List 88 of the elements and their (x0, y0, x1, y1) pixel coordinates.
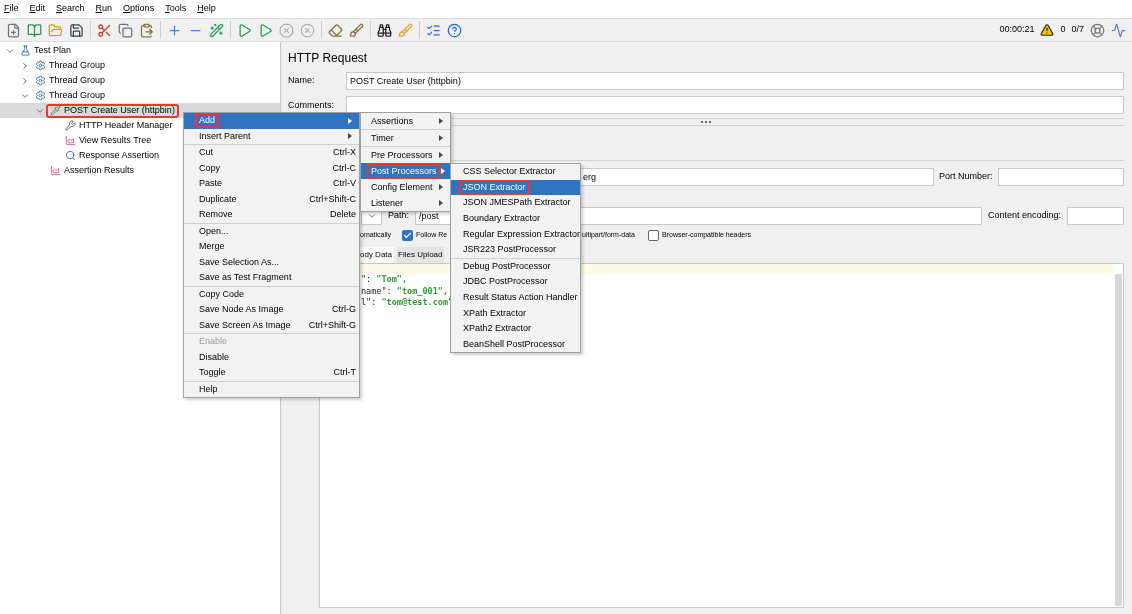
shutdown-icon[interactable] (300, 22, 315, 38)
menu-bar-item[interactable]: Run (95, 2, 113, 16)
help-icon[interactable] (447, 22, 462, 38)
copy-icon[interactable] (118, 22, 133, 38)
menu-bar-item[interactable]: File (4, 2, 19, 16)
menu-item[interactable]: Merge (184, 239, 359, 255)
flask-icon (20, 45, 31, 56)
field-label: Name: (288, 74, 316, 88)
tab[interactable]: ody Data (359, 247, 394, 263)
menu-item[interactable]: Help (184, 381, 359, 397)
paste-icon[interactable] (139, 22, 154, 38)
scrollbar[interactable] (1115, 274, 1122, 606)
menu-item[interactable]: Paste Ctrl-V (184, 176, 359, 192)
wand-icon[interactable] (209, 22, 224, 38)
pipette-icon (50, 105, 61, 116)
thread-count: 0/7 (1071, 23, 1084, 37)
menu-bar-item[interactable]: Options (123, 2, 155, 16)
menu-item[interactable]: JDBC PostProcessor (451, 274, 580, 290)
menu-item[interactable]: Duplicate Ctrl+Shift-C (184, 191, 359, 207)
menu-item[interactable]: Timer (361, 130, 450, 146)
menu-item[interactable]: Copy Ctrl-C (184, 160, 359, 176)
menu-item[interactable]: Cut Ctrl-X (184, 145, 359, 161)
tree-item[interactable]: Thread Group (0, 73, 280, 88)
eraser-icon[interactable] (328, 22, 343, 38)
activity-icon[interactable] (1111, 22, 1126, 38)
plus-icon[interactable] (167, 22, 182, 38)
cut-icon[interactable] (97, 22, 112, 38)
menu-bar-item[interactable]: Search (56, 2, 85, 16)
menu-item[interactable]: Config Element (361, 179, 450, 195)
open-folder-icon[interactable] (48, 22, 63, 38)
tree-item[interactable]: Thread Group (0, 58, 280, 73)
chart-icon (65, 135, 76, 146)
field-label: Port Number: (939, 170, 993, 184)
field-label: Content encoding: (988, 209, 1062, 223)
tree-item[interactable]: Thread Group (0, 88, 280, 103)
menu-item[interactable]: Open... (184, 223, 359, 239)
list-icon[interactable] (426, 22, 441, 38)
menu-item[interactable]: Remove Delete (184, 207, 359, 223)
gear-icon (35, 75, 46, 86)
checkbox[interactable] (648, 229, 659, 241)
warning-icon[interactable] (1040, 23, 1055, 37)
comments-field[interactable] (346, 96, 1124, 114)
menu-item[interactable]: Add (184, 113, 359, 129)
menu-item[interactable]: XPath Extractor (451, 305, 580, 321)
play-outline-icon[interactable] (258, 22, 273, 38)
field-label: Comments: (288, 100, 335, 110)
menu-bar-item[interactable]: Help (197, 2, 216, 16)
binoculars-icon[interactable] (377, 22, 392, 38)
save-icon[interactable] (69, 22, 84, 38)
name-field[interactable]: POST Create User (httpbin) (346, 72, 1124, 90)
menu-item[interactable]: Boundary Extractor (451, 210, 580, 227)
menu-item[interactable]: Post Processors (361, 163, 450, 179)
new-file-icon[interactable] (6, 22, 21, 38)
menu-item[interactable]: Assertions (361, 113, 450, 129)
menu-item[interactable]: Regular Expression Extractor (451, 226, 580, 242)
menu-item[interactable]: JSR223 PostProcessor (451, 241, 580, 258)
menu-item[interactable]: Result Status Action Handler (451, 289, 580, 306)
book-icon[interactable] (27, 22, 42, 38)
play-icon[interactable] (237, 22, 252, 38)
code-line: name": "tom_001", (361, 285, 448, 297)
menu-bar-item[interactable]: Tools (165, 2, 187, 16)
menu-bar-item[interactable]: Edit (29, 2, 46, 16)
gear-icon (35, 60, 46, 71)
code-line: ": "Tom", (361, 274, 408, 286)
tab[interactable]: Files Upload (397, 247, 444, 263)
caret-icon (366, 211, 377, 221)
lifebuoy-icon[interactable] (1090, 22, 1105, 38)
elapsed-time: 00:00:21 (999, 23, 1035, 37)
port-field[interactable] (997, 168, 1124, 186)
menu-item[interactable]: BeanShell PostProcessor (451, 336, 580, 353)
panel-title: HTTP Request (288, 50, 369, 66)
tree-item[interactable]: Test Plan (0, 43, 280, 58)
menu-item[interactable]: Pre Processors (361, 147, 450, 163)
wrench-icon (65, 120, 76, 131)
menu-item[interactable]: XPath2 Extractor (451, 320, 580, 337)
warning-count: 0 (1060, 23, 1066, 37)
menu-item[interactable]: Insert Parent (184, 128, 359, 144)
brush-icon[interactable] (349, 22, 364, 38)
menu-item[interactable]: JSON Extractor (451, 179, 580, 196)
checkbox[interactable] (402, 229, 413, 241)
encoding-field[interactable] (1067, 207, 1124, 225)
field-label: Path: (388, 209, 409, 223)
chart-icon (50, 165, 61, 176)
gear-icon (35, 90, 46, 101)
magnifier-icon (65, 150, 76, 161)
code-line: l": "tom@test.com" (361, 297, 454, 309)
stop-icon[interactable] (279, 22, 294, 38)
splitter-handle-icon[interactable] (701, 121, 711, 123)
